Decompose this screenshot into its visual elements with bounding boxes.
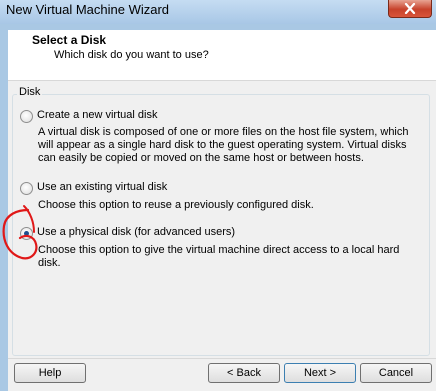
page-subtitle: Which disk do you want to use? [54, 49, 209, 61]
title-bar: New Virtual Machine Wizard [0, 0, 436, 24]
wizard-body: Select a Disk Which disk do you want to … [8, 30, 436, 391]
use-physical-disk-description: Choose this option to give the virtual m… [38, 244, 400, 269]
cancel-button[interactable]: Cancel [360, 363, 432, 383]
use-existing-disk-label[interactable]: Use an existing virtual disk [37, 181, 167, 193]
create-new-disk-radio[interactable] [20, 110, 33, 123]
help-button[interactable]: Help [14, 363, 86, 383]
wizard-header: Select a Disk Which disk do you want to … [8, 30, 436, 81]
window-title: New Virtual Machine Wizard [6, 2, 170, 17]
wizard-window: New Virtual Machine Wizard Select a Disk… [0, 0, 436, 391]
next-button[interactable]: Next > [284, 363, 356, 383]
footer-separator [8, 358, 436, 359]
close-button[interactable] [388, 0, 432, 18]
back-button[interactable]: < Back [208, 363, 280, 383]
create-new-disk-description: A virtual disk is composed of one or mor… [38, 126, 409, 164]
close-icon [404, 3, 416, 14]
use-existing-disk-radio[interactable] [20, 182, 33, 195]
use-physical-disk-radio[interactable] [20, 227, 33, 240]
radio-selected-dot [24, 231, 29, 236]
page-title: Select a Disk [32, 33, 107, 47]
use-existing-disk-description: Choose this option to reuse a previously… [38, 199, 314, 211]
create-new-disk-label[interactable]: Create a new virtual disk [37, 109, 157, 121]
use-physical-disk-label[interactable]: Use a physical disk (for advanced users) [37, 226, 235, 238]
disk-group-label: Disk [17, 86, 43, 98]
